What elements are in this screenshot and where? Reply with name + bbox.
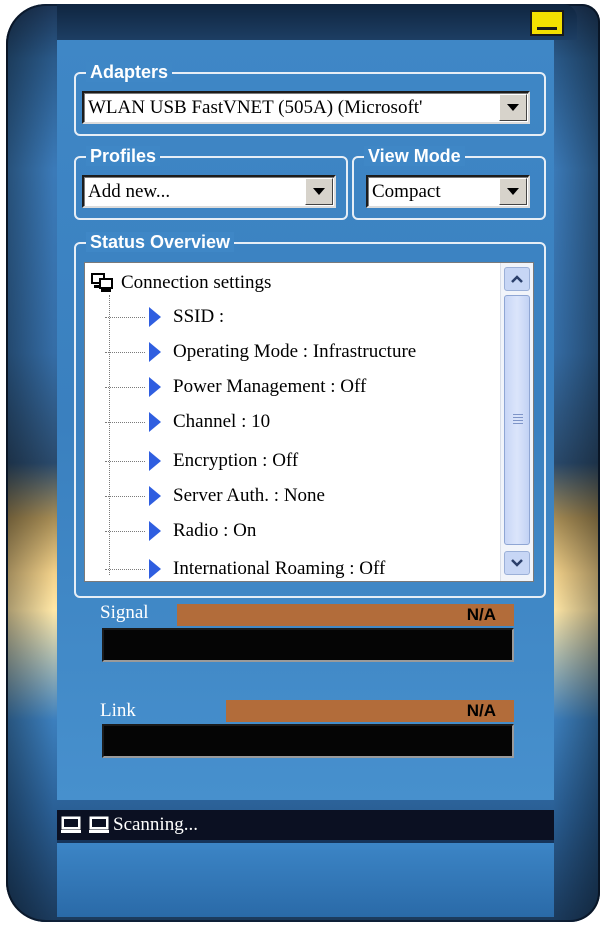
adapter-select[interactable]: WLAN USB FastVNET (505A) (Microsoft': [82, 91, 530, 124]
adapters-legend: Adapters: [86, 62, 173, 82]
pointer-arrow-icon: [149, 342, 161, 362]
link-meter: [102, 724, 514, 758]
computer-icon: [61, 816, 81, 833]
tree-item-ssid[interactable]: SSID :: [105, 303, 224, 331]
tree-item-operating-mode[interactable]: Operating Mode : Infrastructure: [105, 338, 416, 366]
signal-strip: N/A: [177, 604, 514, 626]
tree-item-label: Server Auth. : None: [173, 485, 325, 506]
view-mode-selected-value: Compact: [372, 181, 441, 202]
scroll-thumb[interactable]: [504, 295, 530, 545]
view-mode-dropdown-button[interactable]: [499, 178, 527, 205]
profile-select[interactable]: Add new...: [82, 175, 336, 208]
chevron-down-icon: [507, 104, 519, 111]
tree-item-power-management[interactable]: Power Management : Off: [105, 373, 366, 401]
tree-item-label: Channel : 10: [173, 411, 271, 432]
computer-icon: [89, 816, 109, 833]
status-overview-legend: Status Overview: [86, 232, 235, 252]
pointer-arrow-icon: [149, 451, 161, 471]
tree-item-label: Operating Mode : Infrastructure: [173, 341, 417, 362]
minimize-icon: [537, 27, 557, 30]
pointer-arrow-icon: [149, 486, 161, 506]
pointer-arrow-icon: [149, 377, 161, 397]
profile-dropdown-button[interactable]: [305, 178, 333, 205]
profiles-legend: Profiles: [86, 146, 161, 166]
chevron-down-icon: [507, 188, 519, 195]
tree-scrollbar[interactable]: [500, 263, 533, 581]
link-label: Link: [100, 700, 136, 721]
profile-selected-value: Add new...: [88, 181, 171, 202]
tree-item-label: International Roaming : Off: [173, 558, 386, 579]
tree-item-server-auth[interactable]: Server Auth. : None: [105, 482, 325, 510]
tree-item-label: Encryption : Off: [173, 450, 299, 471]
adapter-dropdown-button[interactable]: [499, 94, 527, 121]
signal-label: Signal: [100, 602, 149, 623]
tree-root-connection-settings[interactable]: Connection settings: [91, 271, 271, 295]
link-value: N/A: [466, 701, 496, 720]
status-text: Scanning...: [113, 814, 198, 835]
signal-meter: [102, 628, 514, 662]
adapter-selected-value: WLAN USB FastVNET (505A) (Microsoft': [88, 97, 423, 118]
pointer-arrow-icon: [149, 521, 161, 541]
status-bar: Scanning...: [57, 810, 554, 840]
chevron-up-icon: [511, 275, 523, 283]
scroll-down-button[interactable]: [504, 551, 530, 575]
signal-value: N/A: [466, 605, 496, 624]
tree-item-international-roaming[interactable]: International Roaming : Off: [105, 555, 386, 581]
tree-item-label: SSID :: [173, 306, 225, 327]
pointer-arrow-icon: [149, 412, 161, 432]
scroll-up-button[interactable]: [504, 267, 530, 291]
tree-root-label: Connection settings: [121, 272, 272, 293]
tree-item-encryption[interactable]: Encryption : Off: [105, 447, 298, 475]
chevron-down-icon: [511, 559, 523, 567]
bottom-band: [57, 840, 554, 917]
network-computer-icon: [91, 273, 113, 292]
status-tree[interactable]: Connection settings SSID : Operating Mod…: [84, 262, 534, 582]
tree-item-label: Power Management : Off: [173, 376, 367, 397]
pointer-arrow-icon: [149, 559, 161, 579]
chevron-down-icon: [313, 188, 325, 195]
title-bar[interactable]: [57, 4, 577, 40]
view-mode-select[interactable]: Compact: [366, 175, 530, 208]
tree-item-label: Radio : On: [173, 520, 257, 541]
tree-item-channel[interactable]: Channel : 10: [105, 408, 270, 436]
minimize-button[interactable]: [530, 10, 564, 36]
pointer-arrow-icon: [149, 307, 161, 327]
tree-item-radio[interactable]: Radio : On: [105, 517, 256, 545]
view-mode-legend: View Mode: [364, 146, 465, 166]
link-strip: N/A: [226, 700, 514, 722]
